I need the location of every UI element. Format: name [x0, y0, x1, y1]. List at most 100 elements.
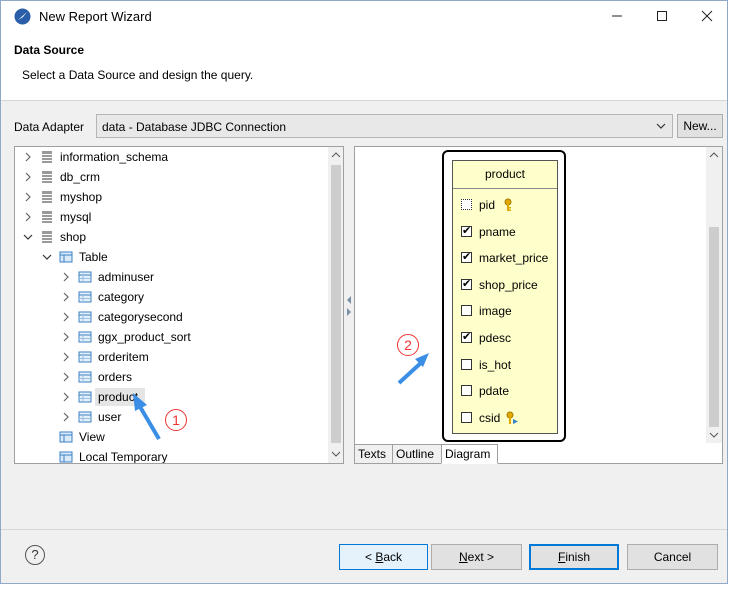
tree-scroll-thumb[interactable] — [331, 165, 341, 443]
tree-item-table-adminuser[interactable]: adminuser — [15, 267, 327, 287]
column-checkbox[interactable] — [461, 276, 472, 292]
tab-diagram[interactable]: Diagram — [441, 444, 498, 464]
column-name: pid — [479, 198, 496, 212]
chevron-down-icon[interactable] — [23, 232, 33, 242]
scroll-up-icon[interactable] — [331, 150, 341, 160]
back-button[interactable]: < Back — [339, 544, 428, 570]
column-checkbox[interactable] — [461, 329, 472, 345]
table-folder-icon — [59, 431, 73, 443]
chevron-right-icon[interactable] — [61, 352, 71, 362]
tree-item-label: View — [79, 430, 105, 444]
column-checkbox[interactable] — [461, 199, 472, 210]
tree-item-folder-table[interactable]: Table — [15, 247, 327, 267]
tab-outline[interactable]: Outline — [392, 444, 442, 464]
data-adapter-combo[interactable]: data - Database JDBC Connection — [96, 114, 673, 138]
data-adapter-label: Data Adapter — [14, 120, 85, 134]
column-name: is_hot — [479, 357, 512, 372]
foreign-key-icon — [506, 411, 518, 424]
chevron-right-icon[interactable] — [23, 212, 33, 222]
chevron-right-icon[interactable] — [61, 332, 71, 342]
table-folder-icon — [59, 451, 73, 463]
chevron-right-icon[interactable] — [23, 192, 33, 202]
tab-texts[interactable]: Texts — [354, 444, 393, 464]
column-checkbox[interactable] — [461, 411, 472, 423]
annotation-arrow-1-icon — [133, 393, 161, 441]
new-adapter-button[interactable]: New... — [677, 114, 723, 138]
diagram-scroll-thumb[interactable] — [709, 227, 719, 427]
column-pdesc[interactable]: pdesc — [461, 329, 557, 346]
tree-item-label: category — [98, 290, 145, 304]
tree-item-label: myshop — [60, 190, 103, 204]
window-title: New Report Wizard — [39, 9, 152, 24]
maximize-button[interactable] — [639, 1, 684, 31]
column-pname[interactable]: pname — [461, 223, 557, 240]
tree-item-schema-myshop[interactable]: myshop — [15, 187, 327, 207]
wizard-header: Data Source Select a Data Source and des… — [1, 33, 727, 101]
chevron-right-icon[interactable] — [61, 272, 71, 282]
table-icon — [78, 351, 92, 363]
tree-item-table-ggx-product-sort[interactable]: ggx_product_sort — [15, 327, 327, 347]
tree-item-table-orderitem[interactable]: orderitem — [15, 347, 327, 367]
tree-item-schema-mysql[interactable]: mysql — [15, 207, 327, 227]
chevron-right-icon[interactable] — [61, 312, 71, 322]
chevron-down-icon — [656, 123, 666, 129]
column-checkbox[interactable] — [461, 358, 472, 370]
column-checkbox[interactable] — [461, 249, 472, 265]
page-description: Select a Data Source and design the quer… — [22, 68, 254, 82]
column-csid[interactable]: csid — [461, 410, 557, 426]
table-folder-icon — [59, 251, 73, 263]
footer-separator — [1, 529, 727, 530]
primary-key-icon — [504, 198, 512, 211]
column-shop-price[interactable]: shop_price — [461, 276, 557, 293]
tree-item-schema-information-schema[interactable]: information_schema — [15, 147, 327, 167]
tree-item-schema-db-crm[interactable]: db_crm — [15, 167, 327, 187]
table-diagram-title: product — [453, 161, 557, 189]
tree-item-table-category[interactable]: category — [15, 287, 327, 307]
scroll-up-icon[interactable] — [709, 150, 719, 160]
help-button[interactable]: ? — [25, 545, 45, 565]
tree-item-label: orders — [98, 370, 133, 384]
diagram-scrollbar[interactable] — [706, 147, 722, 443]
database-icon — [42, 211, 52, 223]
eclipse-app-icon — [14, 8, 31, 25]
chevron-right-icon[interactable] — [61, 292, 71, 302]
sash-handle-icon[interactable] — [345, 291, 353, 321]
next-button[interactable]: Next > — [431, 544, 522, 570]
column-market-price[interactable]: market_price — [461, 249, 557, 266]
table-diagram-product[interactable]: product pid pname market_price shop_priceim… — [442, 150, 566, 442]
column-checkbox[interactable] — [461, 385, 472, 397]
close-icon — [701, 10, 712, 22]
column-name: pdesc — [479, 331, 512, 345]
tree-item-label: Table — [79, 250, 108, 264]
scroll-down-icon[interactable] — [709, 430, 719, 440]
tree-item-table-categorysecond[interactable]: categorysecond — [15, 307, 327, 327]
column-checkbox[interactable] — [461, 223, 472, 239]
chevron-right-icon[interactable] — [23, 172, 33, 182]
table-icon — [78, 271, 92, 283]
chevron-right-icon[interactable] — [23, 152, 33, 162]
tree-item-folder-local-temporary[interactable]: Local Temporary — [15, 447, 327, 463]
tree-scrollbar[interactable] — [328, 147, 343, 463]
chevron-down-icon[interactable] — [42, 252, 52, 262]
annotation-marker-1: 1 — [165, 409, 187, 431]
finish-button[interactable]: Finish — [529, 544, 619, 570]
close-button[interactable] — [684, 1, 727, 31]
column-pdate[interactable]: pdate — [461, 383, 557, 399]
minimize-button[interactable] — [594, 1, 639, 31]
cancel-button[interactable]: Cancel — [627, 544, 718, 570]
chevron-right-icon[interactable] — [61, 372, 71, 382]
minimize-icon — [611, 15, 622, 17]
column-checkbox[interactable] — [461, 305, 472, 317]
column-name: shop_price — [479, 277, 538, 292]
scroll-down-icon[interactable] — [331, 449, 341, 459]
table-diagram-body: product pid pname market_price shop_priceim… — [452, 160, 558, 434]
chevron-right-icon[interactable] — [61, 412, 71, 422]
tree-item-table-product[interactable]: product — [15, 387, 327, 407]
tree-item-table-orders[interactable]: orders — [15, 367, 327, 387]
chevron-right-icon[interactable] — [61, 392, 71, 402]
column-pid[interactable]: pid — [461, 197, 557, 213]
column-is-hot[interactable]: is_hot — [461, 357, 557, 373]
tree-item-label: db_crm — [60, 170, 101, 184]
column-image[interactable]: image — [461, 303, 557, 319]
tree-item-schema-shop[interactable]: shop — [15, 227, 327, 247]
